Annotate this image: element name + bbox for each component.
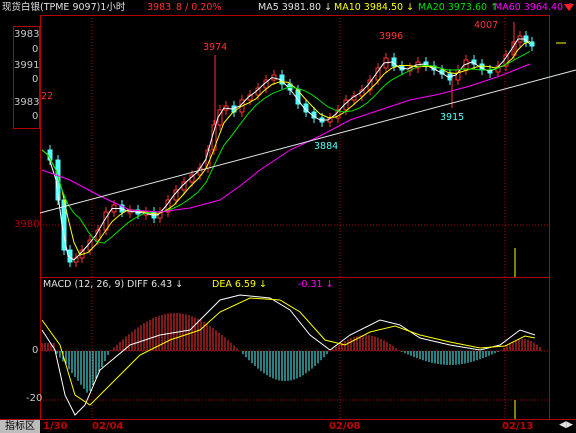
- indicator-area-tab[interactable]: 指标区: [0, 420, 40, 433]
- ma20-label: MA20 3973.60 ↑: [418, 2, 499, 13]
- macd-label: MACD (12, 26, 9): [43, 279, 125, 290]
- instrument-title: 现货白银(TPME 9097)1小时: [2, 2, 126, 13]
- axis-label: 3991: [14, 60, 40, 71]
- peak-label: 3996: [379, 31, 404, 42]
- price-mark: 22: [41, 91, 54, 102]
- candlesticks: [47, 22, 535, 267]
- axis-label: 3983: [14, 29, 40, 40]
- trend-line[interactable]: [39, 69, 576, 214]
- macd-axis-label: 0: [32, 345, 39, 356]
- trough-label: 3915: [440, 112, 465, 123]
- macd-axis-label: -20: [26, 393, 43, 404]
- macd-dea: DEA 6.59 ↓: [212, 279, 267, 290]
- axis-label: 3983: [14, 97, 40, 108]
- axis-label: 0: [32, 44, 39, 55]
- ma5-label: MA5 3981.80 ↓: [258, 2, 333, 13]
- last-price: 3983: [147, 2, 172, 13]
- ma10-label: MA10 3984.50 ↓: [334, 2, 415, 13]
- macd-value: -0.31 ↓: [298, 279, 334, 290]
- x-axis-label: 02/08: [329, 421, 361, 432]
- x-axis-label: 1/30: [43, 421, 68, 432]
- axis-label: 0: [32, 111, 39, 122]
- macd-histogram: [41, 313, 541, 393]
- macd-diff: DIFF 6.43 ↓: [127, 279, 184, 290]
- axis-label: 3980: [14, 219, 40, 230]
- x-axis-label: 02/13: [502, 421, 534, 432]
- price-panel-border: [40, 15, 550, 278]
- scroll-indicator-icon[interactable]: ◀▶: [559, 420, 573, 430]
- axis-label: 0: [32, 74, 39, 85]
- trough-label: 3884: [314, 141, 339, 152]
- price-change: 8 / 0.20%: [176, 2, 222, 13]
- chart-canvas[interactable]: [0, 0, 576, 433]
- peak-label: 4007: [474, 20, 499, 31]
- x-axis-label: 02/04: [92, 421, 124, 432]
- chevron-down-icon[interactable]: [564, 4, 574, 12]
- ma60-label: MA60 3964.40 ↑: [494, 2, 575, 13]
- peak-label: 3974: [203, 42, 228, 53]
